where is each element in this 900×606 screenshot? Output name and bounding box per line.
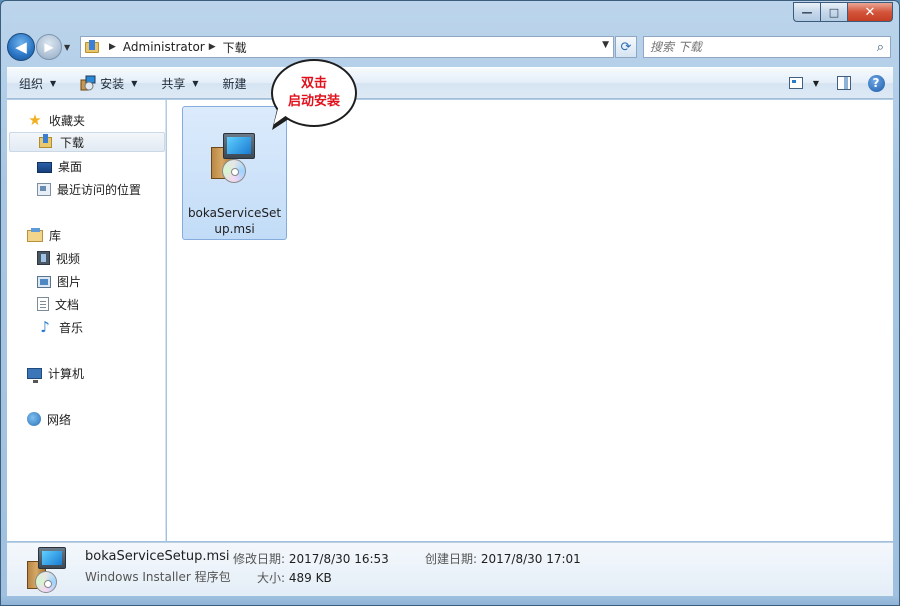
minimize-button[interactable]: — — [793, 2, 820, 22]
preview-pane-button[interactable] — [835, 74, 853, 92]
nav-item-downloads[interactable]: 下载 — [9, 132, 165, 152]
downloads-folder-icon — [85, 40, 101, 54]
chevron-down-icon: ▼ — [50, 78, 57, 88]
msi-installer-icon — [209, 131, 261, 185]
chevron-down-icon: ▼ — [192, 78, 199, 88]
library-icon — [27, 228, 43, 242]
search-box[interactable]: ⌕ — [643, 36, 891, 58]
search-input[interactable] — [650, 40, 850, 54]
video-icon — [37, 251, 50, 265]
maximize-button[interactable]: □ — [820, 2, 847, 22]
computer-icon — [27, 368, 42, 383]
nav-item-label: 音乐 — [59, 320, 84, 335]
nav-item-label: 桌面 — [58, 159, 83, 174]
nav-item-label: 图片 — [57, 274, 82, 289]
document-icon — [37, 297, 49, 311]
details-size: 大小: 489 KB — [257, 569, 332, 586]
navigation-pane: ★ 收藏夹 下载 桌面 最近访问的位置 库 视频 图片 文档 ♪ 音乐 计算机 … — [7, 100, 166, 541]
nav-item-desktop[interactable]: 桌面 — [37, 156, 82, 176]
back-button[interactable]: ◀ — [7, 33, 35, 61]
window-bottom-frame — [1, 596, 899, 605]
new-folder-label: 新建 — [222, 76, 247, 91]
share-menu[interactable]: 共享 ▼ — [161, 75, 198, 92]
breadcrumb-separator-icon[interactable]: ▶ — [109, 42, 116, 52]
install-label: 安装 — [100, 76, 125, 91]
breadcrumb-administrator[interactable]: Administrator — [123, 40, 205, 54]
command-bar: 组织 ▼ 安装 ▼ 共享 ▼ 新建 ▼ ? — [7, 67, 893, 99]
new-folder-button[interactable]: 新建 — [223, 75, 247, 92]
help-button[interactable]: ? — [867, 74, 885, 92]
msi-installer-icon — [23, 547, 71, 595]
arrow-right-icon: ▶ — [44, 40, 54, 54]
view-icon — [789, 77, 803, 89]
close-button[interactable]: ✕ — [847, 2, 893, 22]
nav-item-label: 最近访问的位置 — [57, 182, 142, 197]
recent-pages-dropdown[interactable]: ▼ — [64, 43, 76, 52]
search-icon[interactable]: ⌕ — [877, 40, 884, 55]
nav-network-label: 网络 — [47, 412, 72, 427]
organize-label: 组织 — [19, 76, 44, 91]
nav-item-label: 文档 — [55, 297, 80, 312]
nav-item-label: 下载 — [60, 135, 85, 150]
nav-item-recent-places[interactable]: 最近访问的位置 — [37, 179, 141, 199]
modified-label: 修改日期: — [233, 552, 286, 566]
breadcrumb-separator-icon[interactable]: ▶ — [209, 42, 216, 52]
details-modified: 修改日期: 2017/8/30 16:53 — [233, 550, 389, 567]
details-file-type: Windows Installer 程序包 — [85, 570, 231, 584]
install-button[interactable]: 安装 ▼ — [80, 75, 137, 92]
nav-network[interactable]: 网络 — [27, 409, 71, 429]
details-created: 创建日期: 2017/8/30 17:01 — [425, 550, 581, 567]
explorer-window: — □ ✕ ◀ ▶ ▼ ▶ Administrator ▶ 下载 ▼ ⟳ ⌕ 组… — [0, 0, 900, 606]
address-row: ◀ ▶ ▼ ▶ Administrator ▶ 下载 ▼ ⟳ ⌕ — [7, 33, 891, 61]
nav-item-documents[interactable]: 文档 — [37, 294, 79, 314]
change-view-button[interactable] — [787, 74, 805, 92]
star-icon: ★ — [28, 111, 42, 129]
content-right-edge — [891, 100, 893, 541]
nav-item-label: 视频 — [56, 251, 81, 266]
details-file-name: bokaServiceSetup.msi — [85, 549, 230, 564]
modified-value: 2017/8/30 16:53 — [288, 552, 389, 566]
help-icon: ? — [867, 74, 885, 92]
organize-menu[interactable]: 组织 ▼ — [19, 75, 56, 92]
arrow-left-icon: ◀ — [15, 38, 27, 56]
desktop-icon — [37, 161, 52, 173]
refresh-button[interactable]: ⟳ — [615, 36, 637, 58]
music-note-icon: ♪ — [40, 318, 50, 336]
callout-line-1: 双击 — [300, 76, 327, 91]
preview-pane-icon — [837, 76, 851, 90]
created-label: 创建日期: — [425, 552, 478, 566]
caption-buttons: — □ ✕ — [793, 2, 893, 22]
picture-icon — [37, 276, 51, 288]
nav-item-music[interactable]: ♪ 音乐 — [37, 317, 83, 337]
toolbar-right-group: ▼ ? — [773, 74, 885, 92]
network-icon — [27, 412, 41, 426]
file-list-area[interactable]: bokaServiceSetup.msi — [167, 100, 893, 541]
breadcrumb-downloads[interactable]: 下载 — [223, 39, 247, 56]
nav-computer-label: 计算机 — [48, 366, 85, 381]
address-history-dropdown-icon[interactable]: ▼ — [602, 40, 609, 50]
nav-favorites[interactable]: ★ 收藏夹 — [27, 110, 85, 130]
nav-libraries-label: 库 — [49, 228, 62, 243]
nav-libraries[interactable]: 库 — [27, 225, 61, 245]
details-pane: bokaServiceSetup.msi Windows Installer 程… — [7, 542, 893, 598]
nav-item-videos[interactable]: 视频 — [37, 248, 80, 268]
chevron-down-icon: ▼ — [131, 78, 138, 88]
nav-favorites-label: 收藏夹 — [49, 113, 86, 128]
forward-button[interactable]: ▶ — [36, 34, 62, 60]
created-value: 2017/8/30 17:01 — [480, 552, 581, 566]
nav-computer[interactable]: 计算机 — [27, 363, 84, 383]
refresh-icon: ⟳ — [620, 39, 632, 55]
address-bar[interactable]: ▶ Administrator ▶ 下载 ▼ — [80, 36, 614, 58]
nav-item-pictures[interactable]: 图片 — [37, 271, 81, 291]
view-options-dropdown[interactable]: ▼ — [811, 74, 821, 92]
share-label: 共享 — [161, 76, 186, 91]
callout-line-2: 启动安装 — [287, 94, 340, 109]
recent-places-icon — [37, 182, 51, 196]
size-value: 489 KB — [288, 571, 332, 585]
size-label: 大小: — [257, 571, 286, 585]
downloads-folder-icon — [38, 134, 54, 150]
installer-icon — [80, 75, 96, 91]
file-name: bokaServiceSetup.msi — [187, 206, 282, 236]
